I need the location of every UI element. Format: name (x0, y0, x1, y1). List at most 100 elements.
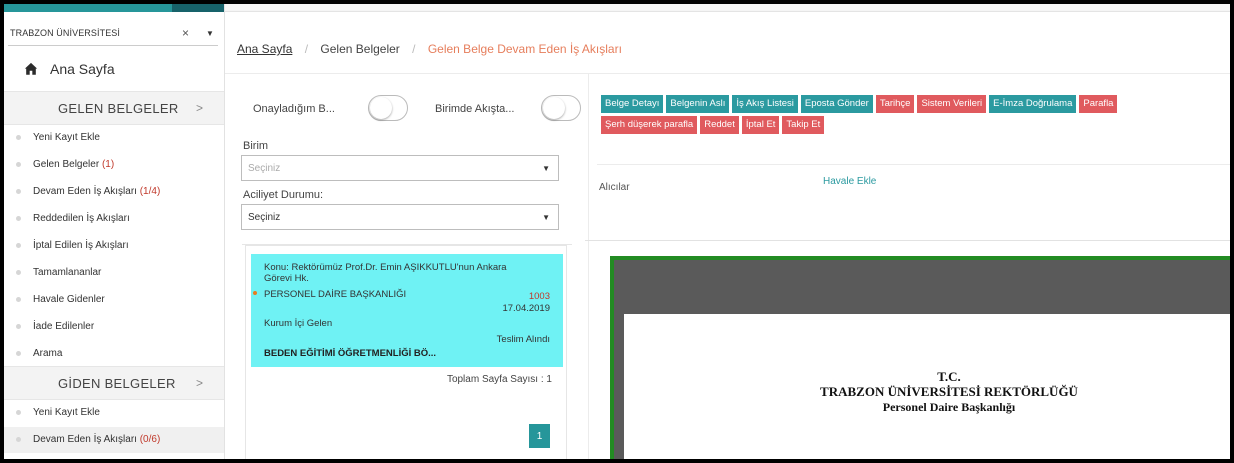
unit-filter-select[interactable]: Seçiniz ▼ (241, 155, 559, 181)
chevron-down-icon: ▼ (542, 213, 550, 222)
section-header-gelen-belgeler[interactable]: GELEN BELGELER > (4, 91, 224, 125)
unread-dot-icon (253, 291, 257, 295)
urgency-filter-value: Seçiniz (248, 212, 281, 223)
parafla-button[interactable]: Parafla (1079, 95, 1118, 113)
clear-icon[interactable]: × (182, 26, 189, 40)
bullet-icon (16, 324, 21, 329)
bullet-icon (16, 437, 21, 442)
document-card[interactable]: Konu: Rektörümüz Prof.Dr. Emin AŞIKKUTLU… (251, 254, 563, 367)
home-icon (24, 62, 38, 75)
sistem-verileri-button[interactable]: Sistem Verileri (917, 95, 987, 113)
iptal-et-button[interactable]: İptal Et (741, 116, 780, 134)
serh-duserek-parafla-button[interactable]: Şerh düşerek parafla (601, 116, 698, 134)
bullet-icon (16, 351, 21, 356)
belgenin-asl-button[interactable]: Belgenin Aslı (666, 95, 730, 113)
breadcrumb-level2[interactable]: Gelen Belgeler (320, 42, 399, 56)
sidebar-item-devam-eden[interactable]: Devam Eden İş Akışları (1/4) (4, 179, 224, 205)
breadcrumb-current: Gelen Belge Devam Eden İş Akışları (427, 42, 622, 56)
sidebar-item-iade-edilenler[interactable]: İade Edilenler (4, 314, 224, 340)
bullet-icon (16, 216, 21, 221)
divider (585, 240, 1230, 241)
sidebar-item-gelen-belgeler[interactable]: Gelen Belgeler (1) (4, 152, 224, 178)
reddet-button[interactable]: Reddet (700, 116, 739, 134)
add-forward-link[interactable]: Havale Ekle (823, 176, 876, 187)
bullet-icon (16, 189, 21, 194)
document-status: Teslim Alındı (496, 334, 550, 345)
toggle-knob (370, 97, 392, 119)
main-content: Ana Sayfa / Gelen Belgeler / Gelen Belge… (225, 4, 1230, 459)
sidebar-top-bar (4, 4, 224, 12)
section-header-giden-belgeler[interactable]: GİDEN BELGELER > (4, 366, 224, 400)
page-button[interactable]: 1 (529, 424, 550, 448)
toggle-approved[interactable] (368, 95, 408, 121)
bullet-icon (16, 270, 21, 275)
bullet-icon (16, 410, 21, 415)
sidebar-item-reddedilen[interactable]: Reddedilen İş Akışları (4, 206, 224, 232)
sidebar-item-iptal-edilen[interactable]: İptal Edilen İş Akışları (4, 233, 224, 259)
is-ak-s-listesi-button[interactable]: İş Akış Listesi (732, 95, 798, 113)
sidebar-item-arama[interactable]: Arama (4, 341, 224, 367)
sidebar-item-label: Yeni Kayıt Ekle (33, 407, 100, 418)
tarihce-button[interactable]: Tarihçe (875, 95, 915, 113)
sidebar-top-accent (4, 4, 172, 12)
toggle-in-unit[interactable] (541, 95, 581, 121)
document-viewer: T.C. TRABZON ÜNİVERSİTESİ REKTÖRLÜĞÜ Per… (610, 256, 1230, 459)
urgency-filter-label: Aciliyet Durumu: (243, 189, 324, 201)
eposta-gonder-button[interactable]: Eposta Gönder (800, 95, 873, 113)
chevron-right-icon: > (196, 101, 204, 115)
document-department: PERSONEL DAİRE BAŞKANLIĞI (264, 289, 407, 300)
bullet-icon (16, 297, 21, 302)
unit-filter-label: Birim (243, 140, 269, 152)
document-number: 1003 (528, 291, 550, 302)
urgency-filter-select[interactable]: Seçiniz ▼ (241, 204, 559, 230)
unit-select[interactable]: TRABZON ÜNİVERSİTESİ × ▼ (8, 22, 218, 46)
chevron-down-icon[interactable]: ▼ (206, 29, 214, 38)
sidebar-item-label: Tamamlananlar (33, 267, 102, 278)
action-toolbar-row1: Belge Detayı Belgenin Aslı İş Akış Listesi… (601, 95, 1118, 113)
bullet-icon (16, 135, 21, 140)
top-bar (225, 4, 1230, 12)
section-title: GİDEN BELGELER (58, 376, 176, 391)
bullet-icon (16, 162, 21, 167)
toggle-knob (543, 97, 565, 119)
sidebar-item-label: Reddedilen İş Akışları (33, 213, 130, 224)
unit-filter-placeholder: Seçiniz (248, 163, 281, 174)
page-count: Toplam Sayfa Sayısı : 1 (446, 374, 552, 385)
section-title: GELEN BELGELER (58, 101, 179, 116)
divider (588, 74, 589, 459)
sidebar-item-home[interactable]: Ana Sayfa (24, 58, 115, 80)
sidebar-item-label: Arama (33, 348, 63, 359)
sidebar-item-havale-gidenler[interactable]: Havale Gidenler (4, 287, 224, 313)
sidebar-item-yeni-kayit-ekle[interactable]: Yeni Kayıt Ekle (4, 125, 224, 151)
divider (225, 73, 1230, 74)
sidebar: TRABZON ÜNİVERSİTESİ × ▼ Ana Sayfa GELEN… (4, 4, 225, 459)
e-imza-dogrulama-button[interactable]: E-İmza Doğrulama (989, 95, 1077, 113)
sidebar-item-giden-devam-eden[interactable]: Devam Eden İş Akışları (0/6) (4, 427, 224, 453)
sidebar-item-label: Yeni Kayıt Ekle (33, 132, 100, 143)
sidebar-item-label: Devam Eden İş Akışları (1/4) (33, 186, 161, 197)
chevron-down-icon: ▼ (542, 164, 550, 173)
chevron-right-icon: > (196, 376, 204, 390)
document-page: T.C. TRABZON ÜNİVERSİTESİ REKTÖRLÜĞÜ Per… (624, 314, 1230, 459)
sidebar-item-giden-yeni-kayit[interactable]: Yeni Kayıt Ekle (4, 400, 224, 426)
document-type: Kurum İçi Gelen (264, 318, 333, 329)
divider (242, 244, 572, 245)
belge-detay-button[interactable]: Belge Detayı (601, 95, 664, 113)
breadcrumb-separator: / (304, 42, 309, 56)
doc-heading-department: Personel Daire Başkanlığı (882, 400, 1016, 414)
sidebar-toggle-bar[interactable] (172, 4, 224, 12)
sidebar-item-label: Havale Gidenler (33, 294, 105, 305)
recipients-label: Alıcılar (599, 182, 630, 193)
count-badge: (1/4) (139, 186, 161, 197)
takip-et-button[interactable]: Takip Et (782, 116, 825, 134)
unit-select-value: TRABZON ÜNİVERSİTESİ (10, 28, 121, 38)
document-list: Konu: Rektörümüz Prof.Dr. Emin AŞIKKUTLU… (242, 244, 572, 459)
sidebar-item-tamamlananlar[interactable]: Tamamlananlar (4, 260, 224, 286)
document-reference: BEDEN EĞİTİMİ ÖĞRETMENLİĞİ BÖ... (264, 348, 437, 359)
app-window: TRABZON ÜNİVERSİTESİ × ▼ Ana Sayfa GELEN… (4, 4, 1230, 459)
count-badge: (0/6) (139, 434, 161, 445)
bullet-icon (16, 243, 21, 248)
toggle-approved-label: Onayladığım B... (253, 103, 335, 115)
breadcrumb-home-link[interactable]: Ana Sayfa (237, 42, 292, 56)
toggle-in-unit-label: Birimde Akışta... (435, 103, 515, 115)
